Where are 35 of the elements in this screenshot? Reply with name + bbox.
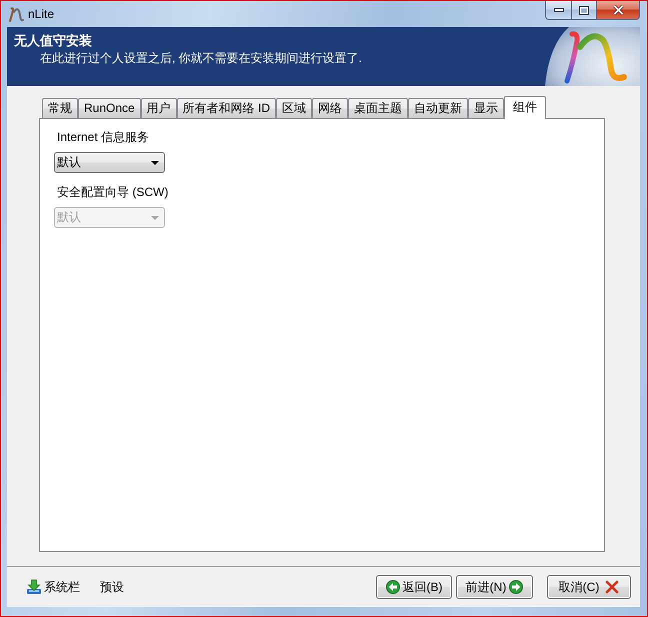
right-arrow-icon — [509, 580, 524, 594]
tab[interactable]: 自动更新 — [408, 98, 468, 118]
tab[interactable]: 用户 — [140, 98, 177, 118]
tab[interactable]: 网络 — [312, 98, 348, 118]
caret-icon — [151, 216, 159, 220]
tab[interactable]: 所有者和网络 ID — [176, 98, 276, 118]
close-button[interactable] — [597, 1, 640, 20]
cancel-button[interactable]: 取消(C) — [547, 575, 631, 599]
app-icon — [7, 6, 24, 22]
caret-icon — [151, 160, 159, 164]
window-title: nLite — [28, 7, 54, 21]
maximize-button[interactable] — [571, 1, 597, 20]
system-tray-button[interactable]: 系统栏 — [26, 578, 80, 596]
tab[interactable]: 桌面主题 — [348, 98, 408, 118]
close-icon — [612, 5, 624, 15]
maximize-icon — [579, 6, 589, 14]
tab[interactable]: RunOnce — [78, 98, 141, 118]
dropdown[interactable]: 默认 — [54, 152, 165, 173]
page-description: 在此进行过个人设置之后, 你就不需要在安装期间进行设置了. — [40, 50, 362, 66]
field-label: 安全配置向导 (SCW) — [57, 185, 168, 199]
tab[interactable]: 显示 — [468, 98, 504, 118]
back-button[interactable]: 返回(B) — [376, 575, 452, 599]
tab[interactable]: 常规 — [42, 98, 78, 118]
tab[interactable]: 区域 — [276, 98, 312, 118]
page-title: 无人值守安装 — [14, 33, 92, 50]
left-arrow-icon — [386, 580, 400, 594]
tray-download-icon — [26, 579, 42, 595]
next-button[interactable]: 前进(N) — [456, 575, 533, 599]
minimize-icon — [554, 8, 564, 12]
logo-icon — [545, 27, 640, 86]
close-x-icon — [605, 580, 620, 594]
tab[interactable]: 组件 — [504, 96, 546, 119]
presets-button[interactable]: 预设 — [100, 578, 124, 596]
field-label: Internet 信息服务 — [57, 130, 150, 144]
minimize-button[interactable] — [545, 1, 571, 20]
